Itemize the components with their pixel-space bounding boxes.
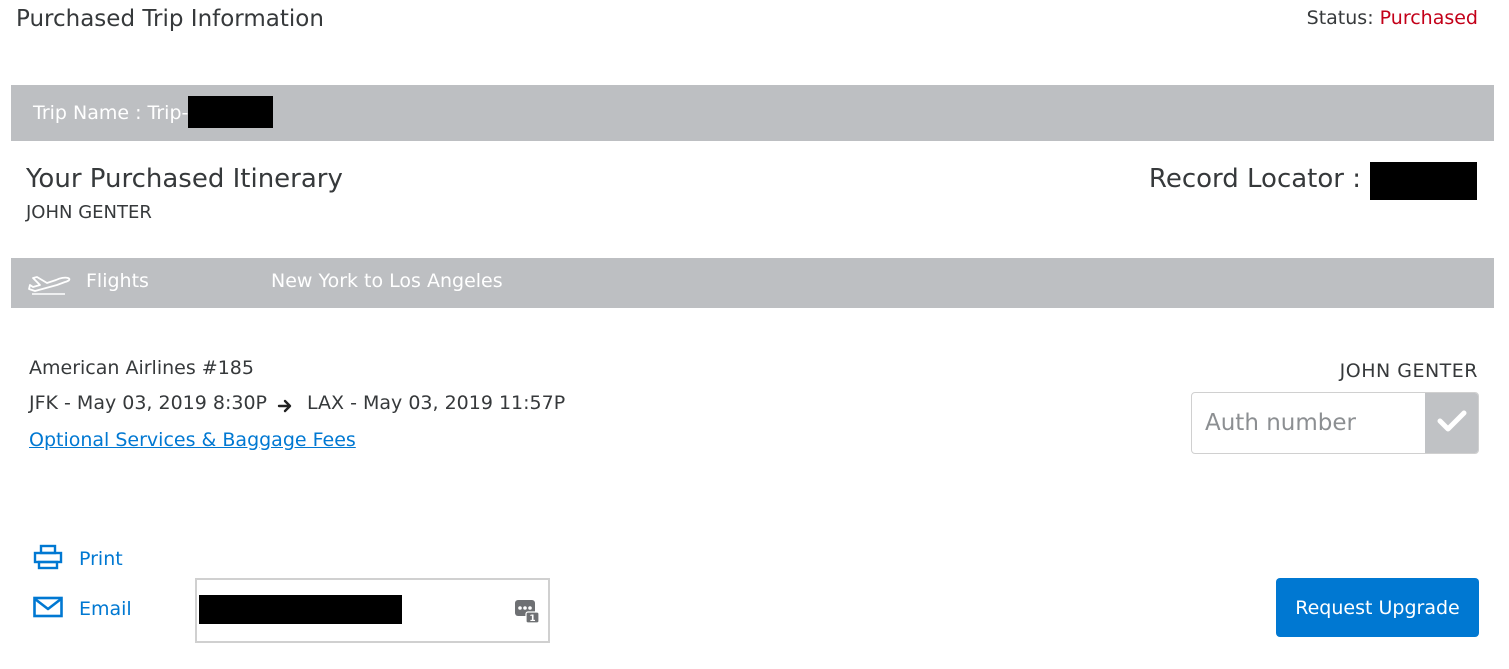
itinerary-passenger-name: JOHN GENTER [26,202,152,223]
email-label: Email [79,598,132,620]
route-label: New York to Los Angeles [271,270,503,292]
trip-name-bar: Trip Name : Trip- [11,85,1494,141]
itinerary-title: Your Purchased Itinerary [26,164,343,194]
auth-number-input[interactable] [1192,393,1426,453]
status-value: Purchased [1379,7,1478,29]
optional-services-link[interactable]: Optional Services & Baggage Fees [29,429,356,451]
record-locator-label: Record Locator : [1148,164,1361,194]
email-address-redaction [199,595,402,624]
flight-number: American Airlines #185 [29,357,254,379]
printer-icon [33,544,63,574]
envelope-icon [33,596,63,622]
checkmark-icon [1437,409,1467,437]
status-label: Status: [1306,7,1374,29]
page-title: Purchased Trip Information [16,6,324,32]
trip-name: Trip Name : Trip- [33,96,274,128]
email-address-input[interactable]: 1 [195,578,550,643]
flights-label: Flights [86,270,149,292]
auth-number-group [1191,392,1479,454]
email-button[interactable]: Email [33,596,132,622]
contact-list-icon[interactable]: 1 [514,598,540,628]
departure-info: JFK - May 03, 2019 8:30P [29,392,268,414]
arrival-info: LAX - May 03, 2019 11:57P [307,392,566,414]
print-label: Print [79,548,123,570]
flight-passenger-name: JOHN GENTER [1339,360,1478,382]
record-locator-redaction [1370,162,1477,200]
trip-status: Status: Purchased [1307,7,1478,29]
request-upgrade-button[interactable]: Request Upgrade [1276,578,1479,637]
trip-name-redaction [188,96,274,128]
auth-submit-button[interactable] [1425,393,1478,453]
flight-times: JFK - May 03, 2019 8:30P LAX - May 03, 20… [29,392,565,415]
flights-bar: Flights New York to Los Angeles [11,258,1494,308]
svg-text:1: 1 [529,614,535,624]
print-button[interactable]: Print [33,544,123,574]
arrow-right-icon [277,397,299,419]
airplane-icon [27,272,73,300]
trip-name-label: Trip Name : Trip- [33,102,189,124]
